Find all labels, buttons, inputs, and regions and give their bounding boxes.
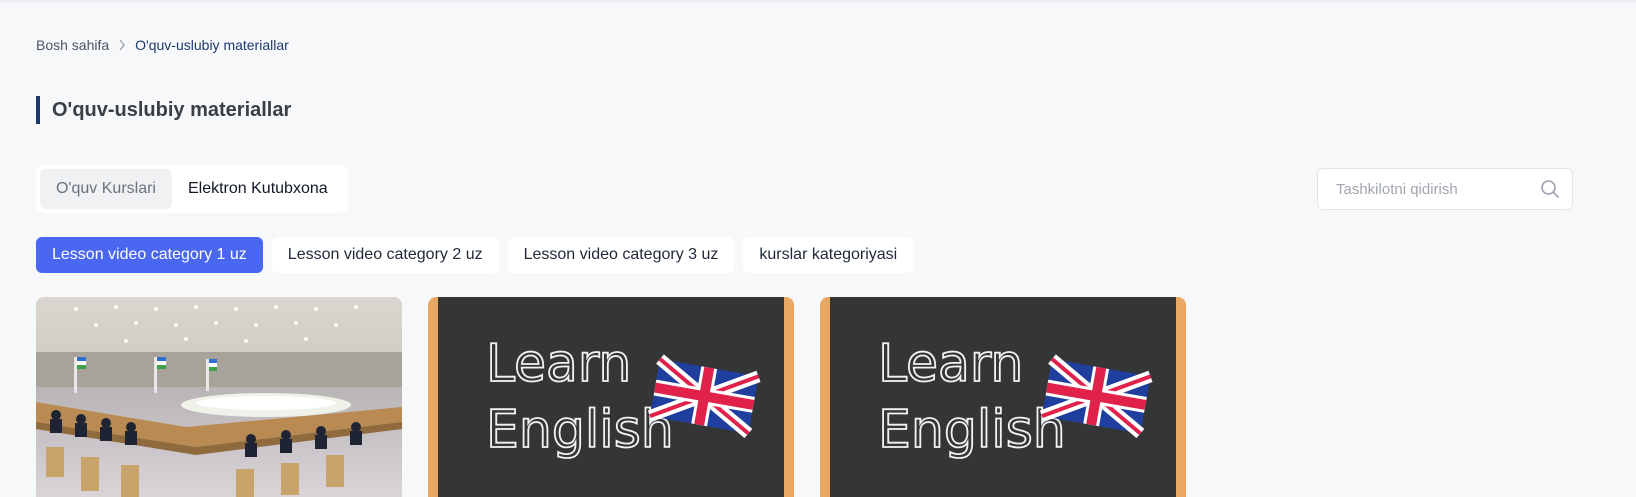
chalk-text-learn: Learn (486, 334, 631, 394)
breadcrumb-current: O'quv-uslubiy materiallar (135, 37, 289, 53)
category-chip-4[interactable]: kurslar kategoriyasi (743, 237, 914, 273)
category-chip-1[interactable]: Lesson video category 1 uz (36, 237, 263, 273)
learn-english-image: Learn English (820, 297, 1186, 497)
chalk-text-learn: Learn (878, 334, 1023, 394)
search-icon[interactable] (1540, 179, 1560, 199)
chalk-text-english: English (486, 400, 674, 460)
material-type-tabs: O'quv Kurslari Elektron Kutubxona (36, 165, 348, 213)
page-title: O'quv-uslubiy materiallar (52, 98, 292, 121)
top-divider (0, 0, 1636, 3)
conference-hall-image (36, 297, 402, 497)
learn-english-image: Learn English (428, 297, 794, 497)
category-chip-2[interactable]: Lesson video category 2 uz (271, 237, 499, 273)
chevron-right-icon (118, 39, 126, 51)
course-card-list: Learn English Learn English (36, 297, 1186, 497)
tab-oquv-kurslari[interactable]: O'quv Kurslari (40, 169, 172, 209)
course-card[interactable] (36, 297, 402, 497)
chalk-text-english: English (878, 400, 1066, 460)
breadcrumb: Bosh sahifa O'quv-uslubiy materiallar (36, 37, 289, 53)
tab-elektron-kutubxona[interactable]: Elektron Kutubxona (172, 169, 344, 209)
title-accent-bar (36, 96, 40, 124)
category-filter: Lesson video category 1 uz Lesson video … (36, 237, 914, 273)
course-card[interactable]: Learn English (428, 297, 794, 497)
page-title-block: O'quv-uslubiy materiallar (36, 96, 291, 124)
course-card[interactable]: Learn English (820, 297, 1186, 497)
category-chip-3[interactable]: Lesson video category 3 uz (507, 237, 735, 273)
breadcrumb-home-link[interactable]: Bosh sahifa (36, 37, 109, 53)
search-box (1317, 168, 1573, 210)
search-input[interactable] (1334, 179, 1540, 199)
